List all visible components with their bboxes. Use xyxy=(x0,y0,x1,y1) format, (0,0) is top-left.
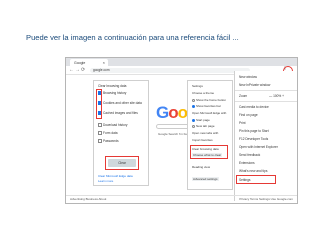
logo-letter: o xyxy=(168,103,178,122)
settings-row[interactable]: Import favorites xyxy=(192,138,213,142)
google-logo: Goo xyxy=(156,103,188,123)
forward-icon[interactable]: → xyxy=(75,67,80,73)
menu-item-devtools[interactable]: F12 Developer Tools xyxy=(239,137,268,141)
option-download-history[interactable]: Download history xyxy=(98,123,127,127)
back-icon[interactable]: ← xyxy=(69,67,74,73)
settings-row-label: Show favorites bar xyxy=(196,104,221,108)
clear-button-highlight-box xyxy=(105,156,139,170)
menu-item-feedback[interactable]: Send feedback xyxy=(239,153,260,157)
reload-icon[interactable]: ⟳ xyxy=(81,67,85,73)
settings-row[interactable]: Open Microsoft Edge with xyxy=(192,111,226,115)
zoom-out-icon[interactable]: — xyxy=(269,94,272,98)
checkbox-highlight-box xyxy=(96,89,102,119)
option-browsing-history[interactable]: Browsing history xyxy=(98,91,126,95)
menu-item-cast[interactable]: Cast media to device xyxy=(239,105,269,109)
footer-left-links[interactable]: Advertising Business About xyxy=(70,197,106,201)
tab-title: Google xyxy=(74,60,86,65)
option-label: Form data xyxy=(103,131,118,135)
settings-row[interactable]: Choose a theme xyxy=(192,91,214,95)
menu-item-whats-new[interactable]: What's new and tips xyxy=(239,169,267,173)
settings-row[interactable]: New tab page xyxy=(192,124,215,128)
footer-link[interactable]: Clear Microsoft Edge data xyxy=(98,174,133,178)
settings-row[interactable]: Show favorites bar xyxy=(192,104,221,108)
radio-icon[interactable] xyxy=(192,104,195,108)
checkbox-icon[interactable] xyxy=(98,131,102,135)
clear-data-highlight-box xyxy=(190,145,228,159)
footer-link[interactable]: Learn more xyxy=(98,179,113,183)
option-cookies[interactable]: Cookies and other site data xyxy=(98,101,142,105)
settings-row-label: Show the home button xyxy=(196,98,227,102)
radio-icon[interactable] xyxy=(192,98,195,102)
radio-icon[interactable] xyxy=(192,124,195,128)
settings-row-label: Start page xyxy=(196,118,210,122)
radio-icon[interactable] xyxy=(192,118,195,122)
checkbox-icon[interactable] xyxy=(98,139,102,143)
menu-divider xyxy=(235,90,297,91)
url-input[interactable]: google.com xyxy=(90,68,250,73)
close-tab-icon[interactable]: × xyxy=(103,60,105,65)
logo-letter: o xyxy=(177,103,188,122)
menu-item-find[interactable]: Find on page xyxy=(239,113,258,117)
settings-row[interactable]: Show the home button xyxy=(192,98,226,102)
option-cache[interactable]: Cached images and files xyxy=(98,111,138,115)
option-label: Browsing history xyxy=(103,91,127,95)
browser-menu: New window New InPrivate window Zoom — 1… xyxy=(234,71,297,201)
settings-row[interactable]: Start page xyxy=(192,118,210,122)
settings-title: Settings xyxy=(192,84,203,88)
option-label: Passwords xyxy=(103,139,119,143)
menu-item-extensions[interactable]: Extensions xyxy=(239,161,255,165)
footer-divider xyxy=(66,194,297,195)
caption-text: Puede ver la imagen a continuación para … xyxy=(26,33,239,42)
settings-panel: Settings Choose a theme Show the home bu… xyxy=(187,80,233,190)
browser-screenshot: Google × ← → ⟳ google.com ⋮ Clear browsi… xyxy=(65,57,298,204)
menu-item-pin[interactable]: Pin this page to Start xyxy=(239,129,269,133)
menu-item-print[interactable]: Print xyxy=(239,121,246,125)
menu-item-ie[interactable]: Open with Internet Explorer xyxy=(239,145,278,149)
option-passwords[interactable]: Passwords xyxy=(98,139,119,143)
settings-row[interactable]: Reading view xyxy=(192,165,210,169)
browser-tab[interactable]: Google × xyxy=(70,59,108,66)
option-label: Download history xyxy=(103,123,128,127)
zoom-value: 100% xyxy=(273,94,282,98)
settings-row[interactable]: Advanced settings xyxy=(192,177,219,181)
zoom-in-icon[interactable]: + xyxy=(282,94,284,98)
option-form-data[interactable]: Form data xyxy=(98,131,118,135)
menu-item-new-window[interactable]: New window xyxy=(239,75,257,79)
settings-row-label: New tab page xyxy=(196,124,215,128)
clear-data-panel: Clear browsing data Browsing history Coo… xyxy=(93,80,149,186)
option-label: Cookies and other site data xyxy=(103,101,142,105)
menu-item-zoom: Zoom xyxy=(239,94,248,98)
menu-divider xyxy=(235,101,297,102)
browser-titlebar: Google × xyxy=(66,58,297,66)
logo-letter: G xyxy=(156,103,169,122)
clear-data-title: Clear browsing data xyxy=(98,84,127,88)
settings-highlight-box xyxy=(236,175,276,184)
settings-row[interactable]: Open new tabs with xyxy=(192,131,218,135)
footer-right-links[interactable]: Privacy Terms Settings Use Google.com xyxy=(239,197,293,201)
zoom-controls: — 100% + xyxy=(269,94,284,98)
menu-item-inprivate[interactable]: New InPrivate window xyxy=(239,83,270,87)
option-label: Cached images and files xyxy=(103,111,138,115)
checkbox-icon[interactable] xyxy=(98,123,102,127)
